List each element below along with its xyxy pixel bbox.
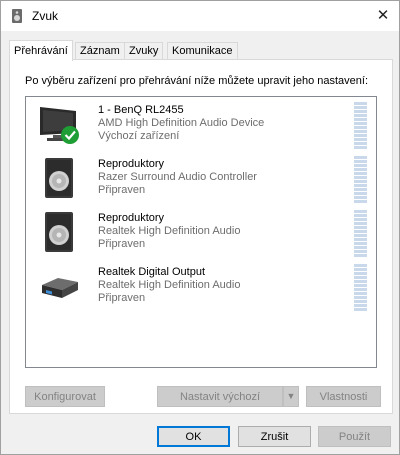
volume-meter — [354, 156, 367, 203]
tab-communications[interactable]: Komunikace — [167, 42, 238, 60]
device-name: Reproduktory — [98, 212, 165, 224]
list-item[interactable]: 1 - BenQ RL2455 AMD High Definition Audi… — [26, 99, 376, 153]
device-description: AMD High Definition Audio Device — [98, 117, 265, 129]
monitor-icon — [40, 107, 79, 144]
device-description: Realtek High Definition Audio — [98, 225, 241, 237]
device-name: 1 - BenQ RL2455 — [98, 104, 184, 116]
instruction-text: Po výběru zařízení pro přehrávání níže m… — [25, 75, 369, 87]
sound-dialog: Zvuk ✕ Přehrávání Záznam Zvuky Komunikac… — [0, 0, 400, 455]
close-icon: ✕ — [376, 7, 390, 24]
device-description: Razer Surround Audio Controller — [98, 171, 257, 183]
apply-button[interactable]: Použít — [318, 426, 391, 447]
chevron-down-icon[interactable]: ▼ — [283, 386, 299, 407]
speaker-icon — [12, 9, 22, 23]
playback-panel: Po výběru zařízení pro přehrávání níže m… — [9, 59, 393, 414]
device-status: Výchozí zařízení — [98, 130, 180, 142]
volume-meter — [354, 102, 367, 149]
set-default-button[interactable]: Nastavit výchozí — [157, 386, 283, 407]
ok-button[interactable]: OK — [157, 426, 230, 447]
close-button[interactable]: ✕ — [371, 5, 395, 27]
window-title: Zvuk — [32, 9, 59, 23]
cancel-button[interactable]: Zrušit — [238, 426, 311, 447]
list-item[interactable]: Reproduktory Realtek High Definition Aud… — [26, 207, 376, 261]
speaker-icon — [45, 158, 73, 198]
device-description: Realtek High Definition Audio — [98, 279, 241, 291]
configure-button[interactable]: Konfigurovat — [25, 386, 105, 407]
volume-meter — [354, 264, 367, 311]
device-name: Reproduktory — [98, 158, 165, 170]
tab-recording[interactable]: Záznam — [75, 42, 125, 60]
digital-output-icon — [42, 278, 78, 298]
device-name: Realtek Digital Output — [98, 266, 205, 278]
list-item[interactable]: Realtek Digital Output Realtek High Defi… — [26, 261, 376, 315]
device-status: Připraven — [98, 184, 146, 196]
properties-button[interactable]: Vlastnosti — [306, 386, 381, 407]
volume-meter — [354, 210, 367, 257]
list-item[interactable]: Reproduktory Razer Surround Audio Contro… — [26, 153, 376, 207]
speaker-icon — [45, 212, 73, 252]
device-status: Připraven — [98, 292, 146, 304]
title-bar: Zvuk ✕ — [1, 1, 399, 31]
device-list[interactable]: 1 - BenQ RL2455 AMD High Definition Audi… — [25, 96, 377, 368]
tab-sounds[interactable]: Zvuky — [124, 42, 164, 60]
device-status: Připraven — [98, 238, 146, 250]
tab-playback[interactable]: Přehrávání — [9, 40, 73, 61]
default-check-icon — [61, 126, 79, 144]
